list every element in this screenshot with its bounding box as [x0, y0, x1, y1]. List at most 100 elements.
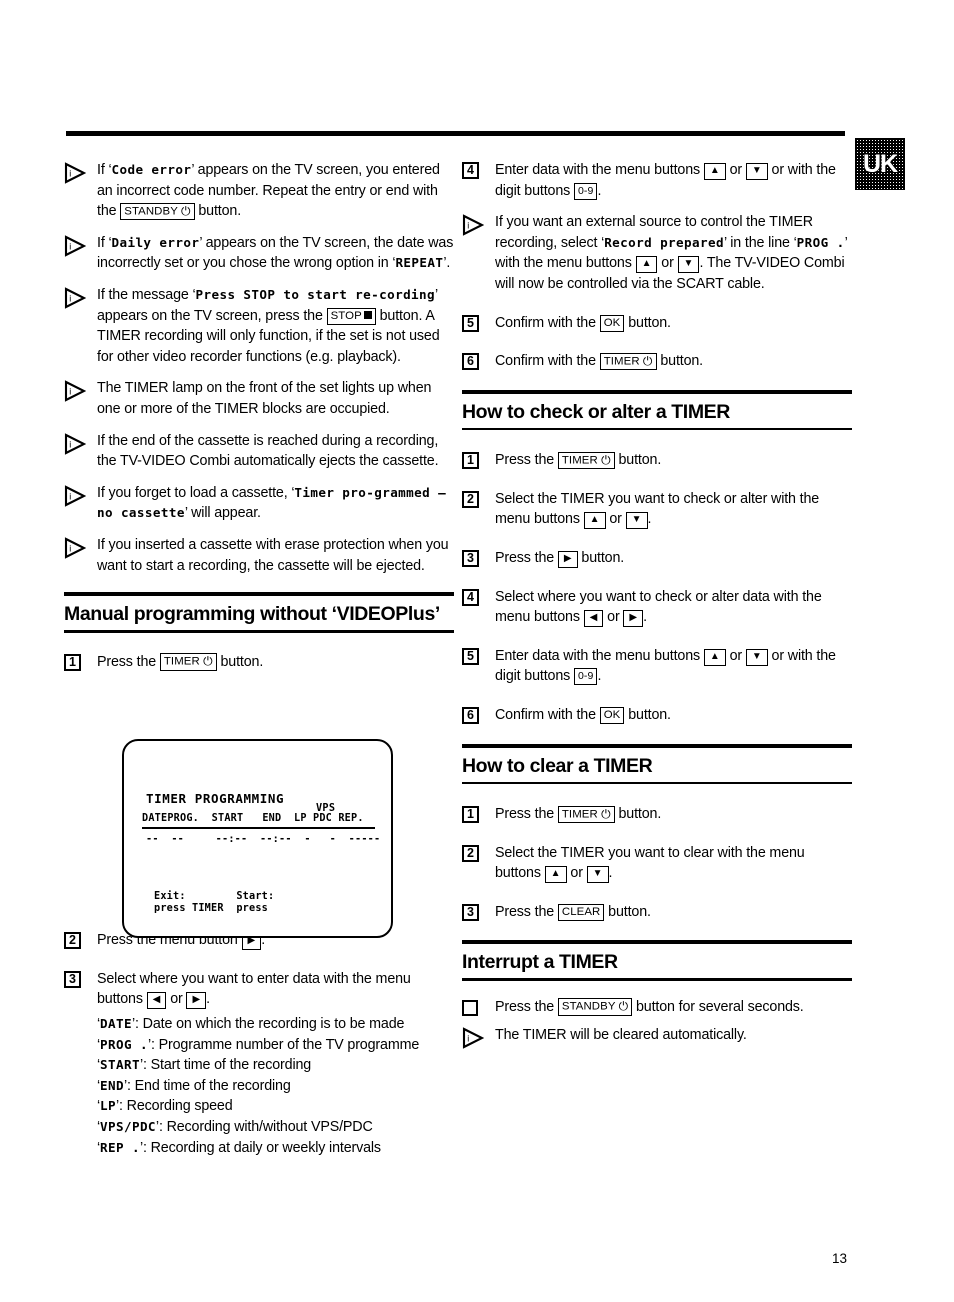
stop-square-icon [363, 310, 372, 319]
text-run: ’. [443, 255, 451, 272]
check-steps: 1 Press the TIMER ⏻ button. 2 Select the TI… [462, 450, 852, 725]
instruction-item: 4 Select where you want to check or alter… [462, 587, 852, 628]
item-marker: 4 [462, 587, 495, 606]
svg-text:i: i [69, 293, 71, 303]
text-run: Select where you want to check or alter … [495, 588, 822, 626]
item-text: If you want an external source to contro… [495, 212, 852, 294]
item-text: Confirm with the OK button. [495, 313, 852, 334]
text-run: button. [604, 903, 651, 920]
text-run: or [657, 255, 678, 272]
manual-steps-part1: 1 Press the TIMER ⏻ button. [64, 652, 454, 673]
text-run: . [608, 865, 613, 882]
text-run: Press the [495, 998, 558, 1015]
key-arrow-up[interactable]: ▲ [703, 648, 726, 666]
svg-text:i: i [69, 169, 71, 179]
manual-page: UK i If ‘Code error’ appears on the TV sc… [0, 0, 954, 1302]
step-number-3: 3 [462, 550, 479, 568]
key-clear[interactable]: CLEAR [557, 903, 605, 921]
field-key: REP . [100, 1139, 140, 1155]
instruction-item: i The TIMER will be cleared automatically… [462, 1025, 852, 1049]
item-marker: 5 [462, 646, 495, 665]
key-ok[interactable]: OK [599, 707, 625, 724]
key-stop[interactable]: STOP [326, 307, 376, 325]
instruction-item: 6 Confirm with the OK button. [462, 705, 852, 726]
item-marker: i [64, 378, 97, 403]
text-run: button. [216, 653, 264, 670]
item-text: Press the TIMER ⏻ button. [495, 450, 852, 471]
field-key: PROG . [100, 1036, 148, 1052]
step-number-2: 2 [462, 490, 479, 508]
key-arrow-up[interactable]: ▲ [583, 512, 606, 530]
key-arrow-right[interactable]: ▶ [557, 551, 578, 569]
key-standby[interactable]: STANDBY ⏻ [120, 202, 195, 221]
item-marker: 5 [462, 313, 495, 332]
text-run: Confirm with the [495, 314, 600, 331]
text-run: . [597, 668, 602, 685]
field-description: : Recording with/without VPS/PDC [158, 1118, 373, 1135]
section-check-alter-timer: How to check or alter a TIMER [462, 389, 852, 431]
key-arrow-up[interactable]: ▲ [635, 256, 658, 274]
step-number-5: 5 [462, 314, 479, 332]
key-standby[interactable]: STANDBY ⏻ [557, 998, 633, 1016]
field-description: : End time of the recording [127, 1077, 291, 1094]
text-run: . [206, 991, 210, 1008]
text-run: or [166, 991, 187, 1008]
section-clear-timer: How to clear a TIMER [462, 743, 852, 785]
key-arrow-right[interactable]: ▶ [623, 610, 644, 628]
step-number-1: 1 [462, 806, 479, 824]
text-run: button. [577, 550, 625, 567]
item-text: The TIMER lamp on the front of the set l… [97, 378, 454, 419]
screen-message-text: Code error [111, 162, 192, 177]
item-marker: 1 [462, 804, 495, 824]
svg-text:i: i [69, 241, 71, 251]
key-timer[interactable]: TIMER ⏻ [159, 653, 217, 671]
power-icon: ⏻ [180, 203, 191, 218]
text-run: or [603, 609, 624, 626]
key-timer[interactable]: TIMER ⏻ [599, 352, 657, 371]
key-arrow-down[interactable]: ▼ [745, 648, 768, 666]
item-marker: 2 [462, 843, 495, 862]
note-triangle-icon: i [64, 380, 86, 403]
interrupt-items: Press the STANDBY ⏻ button for several s… [462, 997, 852, 1049]
key-arrow-left[interactable]: ◀ [583, 610, 604, 628]
instruction-item: 3 Press the ▶ button. [462, 548, 852, 569]
key-arrow-down[interactable]: ▼ [677, 256, 700, 274]
text-run: Confirm with the [495, 353, 600, 370]
key-arrow-down[interactable]: ▼ [625, 512, 648, 530]
key-arrow-left[interactable]: ◀ [146, 992, 167, 1010]
instruction-item: i If the end of the cassette is reached d… [64, 431, 454, 472]
item-text: Enter data with the menu buttons ▲ or ▼ … [495, 646, 852, 687]
key-digits[interactable]: 0-9 [573, 668, 598, 686]
text-run: or [725, 647, 746, 664]
key-arrow-down[interactable]: ▼ [745, 163, 768, 180]
top-rule [66, 131, 845, 136]
item-text: Select where you want to enter data with… [97, 969, 454, 1010]
note-triangle-icon: i [64, 485, 86, 507]
clock-power-icon: ⏻ [601, 452, 611, 467]
instruction-item: i If you forget to load a cassette, ‘Time… [64, 483, 454, 524]
locale-badge-uk: UK [855, 138, 905, 190]
text-run: Confirm with the [495, 707, 600, 723]
item-marker: i [64, 160, 97, 184]
key-ok[interactable]: OK [599, 314, 625, 332]
key-arrow-up[interactable]: ▲ [703, 163, 726, 180]
key-digits[interactable]: 0-9 [573, 182, 598, 200]
field-key: END [100, 1077, 124, 1093]
key-arrow-right[interactable]: ▶ [186, 992, 207, 1010]
key-arrow-down[interactable]: ▼ [586, 866, 609, 884]
instruction-item: 3 Select where you want to enter data wit… [64, 969, 454, 1010]
instruction-item: Press the STANDBY ⏻ button for several s… [462, 997, 852, 1021]
field-key: DATE [100, 1015, 132, 1031]
key-timer[interactable]: TIMER ⏻ [557, 805, 615, 824]
instruction-item: i If ‘Code error’ appears on the TV scree… [64, 160, 454, 222]
step-number-3: 3 [462, 903, 479, 921]
locale-badge-label: UK [862, 149, 898, 178]
key-arrow-up[interactable]: ▲ [544, 866, 567, 884]
clear-steps: 1 Press the TIMER ⏻ button. 2 Select the TI… [462, 804, 852, 922]
section-heading: Interrupt a TIMER [462, 951, 618, 974]
key-timer[interactable]: TIMER ⏻ [557, 451, 615, 470]
item-marker: 4 [462, 160, 495, 179]
screen-message-text: Record prepared [604, 234, 724, 250]
svg-text:i: i [69, 439, 71, 449]
text-run: button. [624, 314, 671, 331]
